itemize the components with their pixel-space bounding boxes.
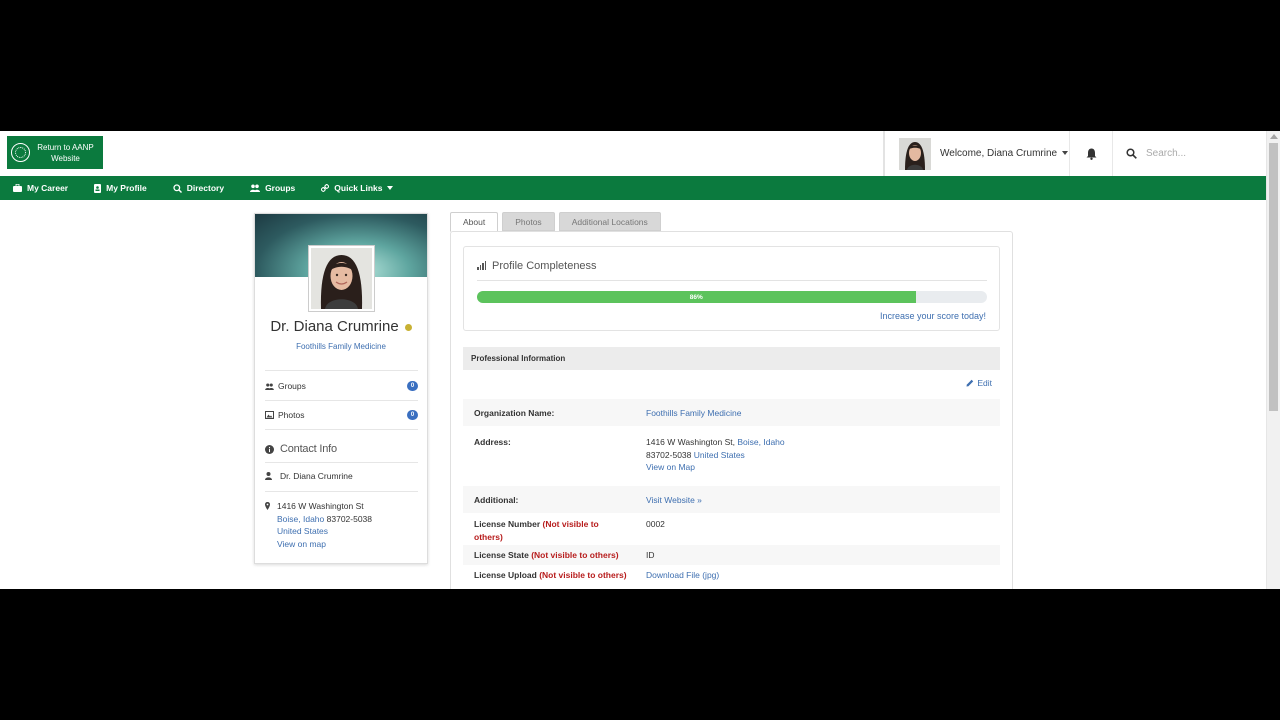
search-icon [173, 183, 182, 193]
page-scrollbar[interactable] [1266, 131, 1280, 589]
search-box[interactable] [1114, 131, 1266, 176]
groups-row[interactable]: Groups 0 [265, 378, 418, 394]
user-icon [265, 472, 272, 480]
progress-fill: 86% [477, 291, 916, 303]
license-state-row: License State (Not visible to others) ID [463, 545, 1000, 565]
address-state-link[interactable]: Idaho [763, 437, 784, 447]
search-input[interactable] [1146, 148, 1256, 159]
avatar[interactable] [899, 137, 931, 170]
contact-address: 1416 W Washington St Boise, Idaho 83702-… [265, 500, 372, 550]
pencil-icon [966, 379, 974, 387]
photos-count-badge: 0 [407, 410, 418, 420]
increase-score-link[interactable]: Increase your score today! [880, 311, 986, 321]
profile-photo[interactable] [308, 245, 375, 312]
completeness-title: Profile Completeness [477, 260, 597, 272]
address-country-link[interactable]: United States [694, 450, 745, 460]
license-number-row: License Number (Not visible to others) 0… [474, 519, 665, 542]
contact-info-title: Contact Info [265, 443, 337, 455]
nav-directory[interactable]: Directory [173, 183, 224, 193]
license-upload-row: License Upload (Not visible to others) D… [474, 569, 720, 582]
city-state-link[interactable]: Boise, Idaho [277, 514, 324, 524]
aanp-seal-icon [11, 143, 30, 162]
profile-card: Dr. Diana Crumrine Foothills Family Medi… [254, 213, 428, 564]
divider [265, 491, 418, 492]
top-header: Return to AANP Website Welcome, Diana Cr… [0, 131, 1266, 176]
caret-down-icon [387, 186, 394, 190]
nav-my-profile[interactable]: My Profile [94, 183, 147, 193]
org-name-link[interactable]: Foothills Family Medicine [646, 407, 741, 420]
tab-additional-locations[interactable]: Additional Locations [558, 212, 661, 231]
nav-groups[interactable]: Groups [250, 183, 295, 193]
professional-info-header: Professional Information [463, 347, 1000, 370]
signal-bars-icon [477, 261, 487, 270]
country-link[interactable]: United States [277, 525, 372, 538]
scroll-up-icon[interactable] [1270, 134, 1278, 139]
view-on-map-link[interactable]: View on Map [646, 461, 785, 474]
scrollbar-thumb[interactable] [1269, 143, 1278, 411]
welcome-text[interactable]: Welcome, Diana Crumrine [940, 148, 1069, 159]
divider [477, 280, 987, 281]
status-dot-icon [404, 323, 412, 331]
user-menu[interactable]: Welcome, Diana Crumrine [883, 131, 1069, 176]
address-city-link[interactable]: Boise, [737, 437, 761, 447]
profile-tabs: About Photos Additional Locations [450, 212, 665, 232]
main-nav: My Career My Profile Directory Groups Qu… [0, 176, 1266, 200]
users-icon [250, 184, 261, 192]
edit-button[interactable]: Edit [966, 378, 992, 388]
photos-row[interactable]: Photos 0 [265, 407, 418, 423]
nav-my-career[interactable]: My Career [13, 183, 68, 193]
org-name-row: Organization Name: Foothills Family Medi… [463, 399, 1000, 426]
tab-about[interactable]: About [450, 212, 499, 232]
divider [265, 370, 418, 371]
browser-viewport: Return to AANP Website Welcome, Diana Cr… [0, 131, 1280, 589]
bell-icon [1086, 148, 1096, 160]
search-icon [1126, 148, 1137, 159]
contact-name: Dr. Diana Crumrine [265, 471, 353, 481]
briefcase-icon [13, 184, 22, 192]
caret-down-icon [1062, 151, 1069, 156]
groups-count-badge: 0 [407, 381, 418, 391]
notifications-button[interactable] [1069, 131, 1113, 176]
image-icon [265, 411, 274, 419]
divider [265, 400, 418, 401]
download-file-link[interactable]: Download File (jpg) [646, 569, 719, 582]
about-panel: Profile Completeness 86% Increase your s… [450, 231, 1013, 589]
divider [265, 462, 418, 463]
return-to-website-button[interactable]: Return to AANP Website [7, 136, 103, 169]
info-circle-icon [265, 444, 274, 454]
users-icon [265, 382, 274, 390]
link-icon [321, 184, 330, 192]
view-on-map-link[interactable]: View on map [277, 538, 372, 551]
additional-row: Additional: Visit Website » [463, 486, 1000, 513]
divider [265, 429, 418, 430]
nav-quick-links[interactable]: Quick Links [321, 183, 394, 193]
map-marker-icon [265, 502, 270, 510]
tab-photos[interactable]: Photos [502, 212, 555, 231]
profile-name: Dr. Diana Crumrine [255, 318, 427, 335]
completeness-progress-bar: 86% [477, 291, 987, 303]
organization-link[interactable]: Foothills Family Medicine [255, 342, 427, 351]
id-badge-icon [94, 183, 102, 193]
return-button-label: Return to AANP Website [37, 142, 94, 163]
address-row: Address: 1416 W Washington St, Boise, Id… [474, 437, 785, 474]
profile-completeness-box: Profile Completeness 86% Increase your s… [463, 246, 1000, 331]
visit-website-link[interactable]: Visit Website » [646, 494, 702, 507]
